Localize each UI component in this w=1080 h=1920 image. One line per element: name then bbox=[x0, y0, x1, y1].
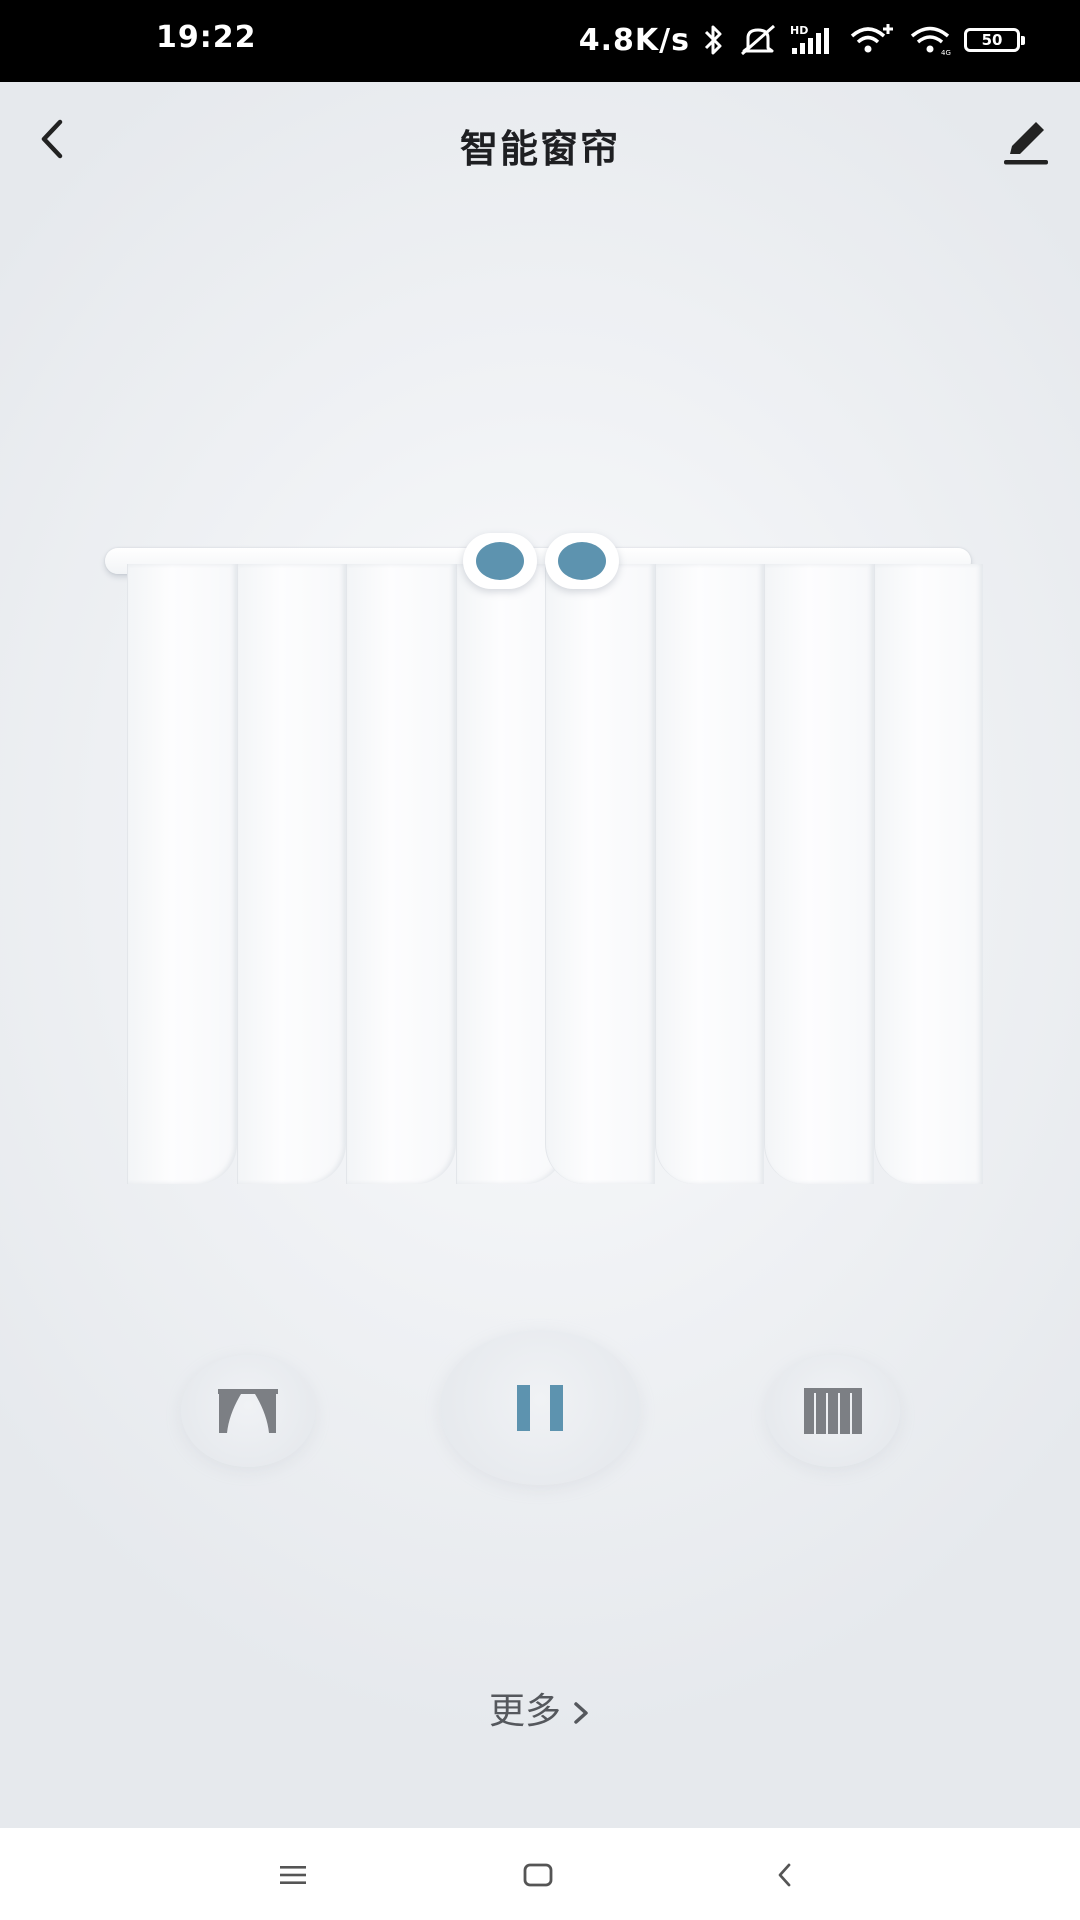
hd-signal-icon: HD bbox=[790, 24, 829, 54]
svg-text:4G: 4G bbox=[941, 49, 951, 57]
curtain-handle-right[interactable] bbox=[545, 533, 619, 589]
page-title: 智能窗帘 bbox=[459, 127, 620, 171]
network-speed: 4.8K/s bbox=[578, 22, 690, 58]
app-screen: 智能窗帘 更多 bbox=[0, 82, 1080, 1828]
system-nav-bar bbox=[0, 1828, 1080, 1920]
status-time: 19:22 bbox=[156, 20, 257, 55]
pause-button[interactable] bbox=[440, 1330, 640, 1485]
open-curtain-button[interactable] bbox=[181, 1355, 315, 1467]
curtain-fold bbox=[873, 564, 983, 1184]
pencil-icon bbox=[1004, 122, 1048, 165]
back-icon bbox=[778, 1863, 791, 1887]
nav-back-button[interactable] bbox=[760, 1850, 810, 1900]
more-label: 更多 bbox=[488, 1691, 561, 1732]
home-icon bbox=[523, 1863, 553, 1887]
curtain-handle-left[interactable] bbox=[463, 533, 537, 589]
app-header: 智能窗帘 bbox=[0, 82, 1080, 202]
curtain-fold bbox=[654, 564, 764, 1184]
mute-icon bbox=[741, 24, 775, 56]
curtain-fold bbox=[236, 564, 346, 1184]
curtain-open-icon bbox=[218, 1389, 278, 1433]
svg-text:HD: HD bbox=[790, 24, 808, 37]
curtain-fold bbox=[127, 564, 237, 1184]
nav-home-button[interactable] bbox=[513, 1850, 563, 1900]
menu-icon bbox=[280, 1866, 306, 1884]
bluetooth-icon bbox=[704, 25, 722, 55]
handle-dot bbox=[558, 542, 606, 580]
more-link[interactable]: 更多 bbox=[0, 1682, 1080, 1734]
curtain-panel-left bbox=[127, 564, 565, 1184]
chevron-right-icon bbox=[574, 1702, 588, 1724]
curtain-fold bbox=[346, 564, 456, 1184]
curtain-fold bbox=[545, 564, 655, 1184]
status-bar: 19:22 4.8K/s HD 4G 50 bbox=[0, 0, 1080, 82]
curtain-illustration bbox=[105, 452, 983, 1184]
edit-button[interactable] bbox=[1000, 116, 1052, 168]
status-icons: 4.8K/s HD 4G 50 bbox=[578, 18, 1025, 62]
curtain-close-icon bbox=[804, 1388, 862, 1434]
curtain-controls bbox=[0, 1327, 1080, 1487]
nav-menu-button[interactable] bbox=[268, 1850, 318, 1900]
curtain-panel-right bbox=[545, 564, 983, 1184]
wifi-plus-icon bbox=[850, 24, 893, 53]
pause-icon bbox=[517, 1384, 563, 1431]
handle-dot bbox=[476, 542, 524, 580]
curtain-fold bbox=[764, 564, 874, 1184]
close-curtain-button[interactable] bbox=[766, 1355, 900, 1467]
wifi-icon: 4G bbox=[910, 26, 951, 57]
battery-icon: 50 bbox=[964, 28, 1025, 52]
battery-level: 50 bbox=[981, 31, 1003, 49]
